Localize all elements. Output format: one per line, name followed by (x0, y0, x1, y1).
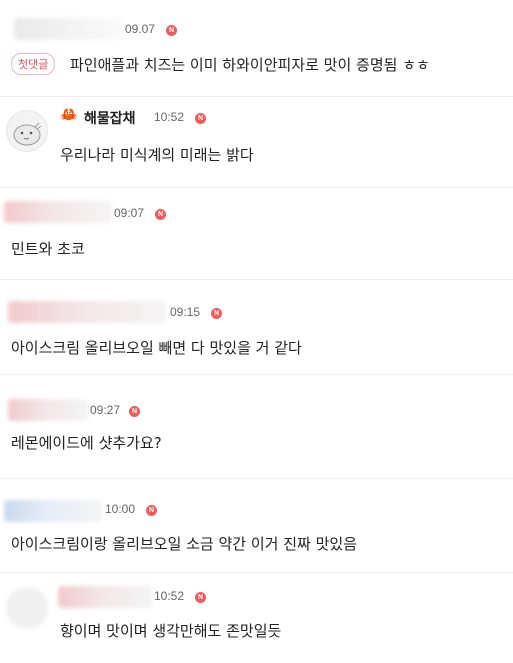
new-badge: N (211, 308, 222, 319)
avatar-character-icon (13, 122, 42, 146)
comment-time: 09.07 (125, 22, 156, 36)
username-blurred (4, 500, 102, 522)
comment-7: 10:52 N 향이며 맛이며 생각만해도 존맛일듯 (0, 573, 513, 663)
comment-4: 09:15 N 아이스크림 올리브오일 빼면 다 맛있을 거 같다 (0, 280, 513, 374)
username-blurred (8, 301, 166, 323)
first-comment-tag: 첫댓글 (11, 53, 56, 75)
comment-2: 🦀 해물잡채 10:52 N 우리나라 미식계의 미래는 밝다 (0, 97, 513, 187)
avatar-blurred[interactable] (6, 587, 48, 629)
comment-text: 민트와 초코 (11, 240, 85, 258)
comment-3: 09:07 N 민트와 초코 (0, 188, 513, 279)
comment-5: 09:27 N 레몬에이드에 샷추가요? (0, 375, 513, 478)
username-blurred (58, 586, 152, 608)
new-badge: N (146, 505, 157, 516)
nickname[interactable]: 해물잡채 (84, 108, 136, 128)
new-badge: N (155, 209, 166, 220)
comment-text: 아이스크림 올리브오일 빼면 다 맛있을 거 같다 (11, 339, 302, 357)
comment-time: 10:52 (154, 110, 185, 124)
new-badge: N (129, 406, 140, 417)
comment-6: 10:00 N 아이스크림이랑 올리브오일 소금 약간 이거 진짜 맛있음 (0, 479, 513, 572)
comment-text: 향이며 맛이며 생각만해도 존맛일듯 (60, 622, 282, 640)
new-badge: N (195, 113, 206, 124)
comment-time: 09:07 (114, 206, 145, 220)
comment-text: 우리나라 미식계의 미래는 밝다 (60, 146, 254, 164)
nickname-icon: 🦀 (60, 107, 78, 123)
comment-time: 09:15 (170, 305, 201, 319)
username-blurred (8, 399, 88, 421)
username-blurred (14, 18, 122, 40)
username-blurred (4, 201, 112, 223)
comment-text: 레몬에이드에 샷추가요? (11, 434, 162, 452)
new-badge: N (195, 592, 206, 603)
avatar[interactable] (6, 110, 48, 152)
comment-1: 09.07 N 첫댓글 파인애플과 치즈는 이미 하와이안피자로 맛이 증명됨 … (0, 0, 513, 96)
comment-text: 파인애플과 치즈는 이미 하와이안피자로 맛이 증명됨 ㅎㅎ (70, 56, 430, 74)
comment-text: 아이스크림이랑 올리브오일 소금 약간 이거 진짜 맛있음 (11, 535, 358, 553)
comment-time: 09:27 (90, 403, 121, 417)
comment-time: 10:00 (105, 502, 136, 516)
comment-time: 10:52 (154, 589, 185, 603)
new-badge: N (166, 25, 177, 36)
